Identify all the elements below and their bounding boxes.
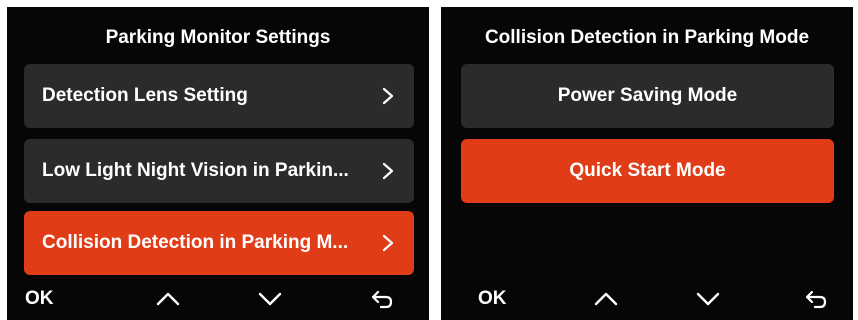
page-title: Collision Detection in Parking Mode xyxy=(484,27,810,48)
menu-item-label: Low Light Night Vision in Parkin... xyxy=(42,160,349,181)
option-label: Quick Start Mode xyxy=(569,160,726,181)
back-arrow-icon[interactable] xyxy=(369,288,395,310)
menu-item-label: Collision Detection in Parking M... xyxy=(42,232,349,253)
chevron-right-icon xyxy=(382,87,394,105)
page-title: Parking Monitor Settings xyxy=(105,27,331,48)
chevron-right-icon xyxy=(382,162,394,180)
option-power-saving-mode[interactable]: Power Saving Mode xyxy=(461,64,834,128)
bottom-button-bar: OK xyxy=(441,282,853,320)
menu-item-collision-detection[interactable]: Collision Detection in Parking M... xyxy=(24,211,414,275)
menu-item-label: Detection Lens Setting xyxy=(42,85,248,106)
menu-item-detection-lens-setting[interactable]: Detection Lens Setting xyxy=(24,64,414,128)
option-label: Power Saving Mode xyxy=(557,85,738,106)
back-arrow-icon[interactable] xyxy=(803,288,829,310)
chevron-up-icon[interactable] xyxy=(593,288,619,310)
bottom-button-bar: OK xyxy=(7,282,429,320)
chevron-down-icon[interactable] xyxy=(257,288,283,310)
chevron-right-icon xyxy=(382,234,394,252)
menu-item-low-light-night-vision[interactable]: Low Light Night Vision in Parkin... xyxy=(24,139,414,203)
ok-button[interactable]: OK xyxy=(25,288,54,310)
chevron-up-icon[interactable] xyxy=(155,288,181,310)
chevron-down-icon[interactable] xyxy=(695,288,721,310)
parking-monitor-settings-screen: Parking Monitor Settings Detection Lens … xyxy=(7,7,429,320)
collision-detection-screen: Collision Detection in Parking Mode Powe… xyxy=(441,7,853,320)
option-quick-start-mode[interactable]: Quick Start Mode xyxy=(461,139,834,203)
ok-button[interactable]: OK xyxy=(478,288,507,310)
